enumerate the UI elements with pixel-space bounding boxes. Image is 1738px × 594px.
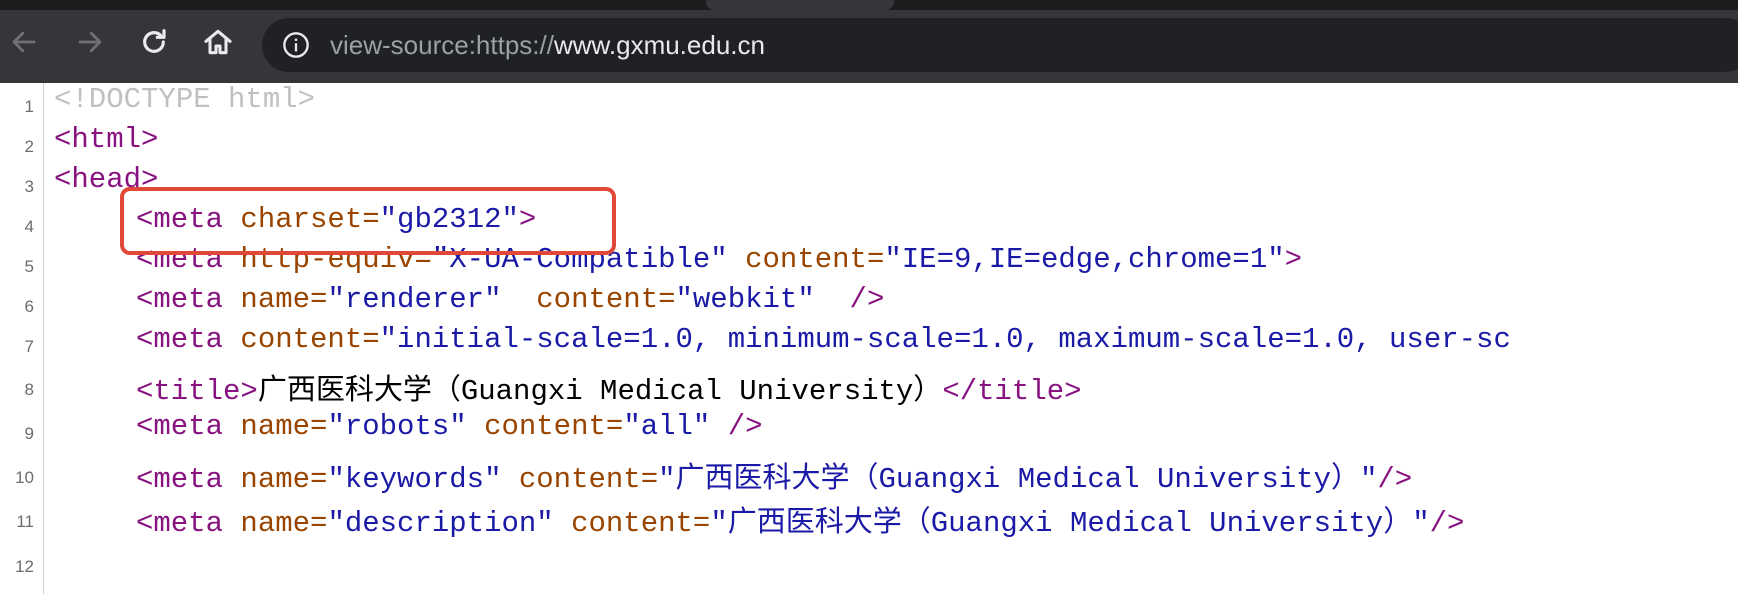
source-line-8: 8 <title>广西医科大学（Guangxi Medical Universi… <box>0 366 1738 408</box>
attr-name: name= <box>240 507 328 540</box>
name-value: "robots" <box>327 410 467 443</box>
tab-strip <box>0 0 1738 10</box>
tag-close: /> <box>1429 507 1465 540</box>
source-line-6: 6 <meta name="renderer" content="webkit"… <box>0 283 1738 323</box>
content-value: "all" <box>623 410 711 443</box>
line-number: 10 <box>15 468 34 487</box>
attr-content: content= <box>240 323 380 356</box>
browser-window: view-source:https://www.gxmu.edu.cn 1 <!… <box>0 0 1738 594</box>
title-text: 广西医科大学（Guangxi Medical University） <box>257 375 943 408</box>
source-line-9: 9 <meta name="robots" content="all" /> <box>0 410 1738 450</box>
url-text[interactable]: view-source:https://www.gxmu.edu.cn <box>330 18 765 72</box>
home-icon <box>204 29 232 55</box>
reload-icon <box>143 29 166 53</box>
line-number: 3 <box>24 177 34 196</box>
address-bar[interactable]: view-source:https://www.gxmu.edu.cn <box>262 18 1738 72</box>
line-number: 6 <box>24 297 34 316</box>
name-value: "keywords" <box>327 463 502 496</box>
arrow-right-icon <box>78 31 102 53</box>
content-value: "initial-scale=1.0, minimum-scale=1.0, m… <box>379 323 1511 356</box>
meta-tag-open: <meta <box>136 410 241 443</box>
content-value: "webkit" <box>675 283 815 316</box>
meta-tag-open: <meta <box>136 283 241 316</box>
home-button[interactable] <box>198 22 238 62</box>
doctype-declaration: <!DOCTYPE html> <box>54 83 316 116</box>
source-line-1: 1 <!DOCTYPE html> <box>0 83 1738 123</box>
attr-name: name= <box>240 463 328 496</box>
active-tab[interactable] <box>706 0 894 10</box>
meta-tag-open: <meta <box>136 507 241 540</box>
attr-content: content= <box>501 283 676 316</box>
attr-name: name= <box>240 410 328 443</box>
line-number: 11 <box>16 512 34 531</box>
info-circle-icon[interactable] <box>282 31 310 59</box>
content-value: "IE=9,IE=edge,chrome=1" <box>884 243 1285 276</box>
line-number: 1 <box>24 97 34 116</box>
line-number: 8 <box>24 380 34 399</box>
source-line-12: 12 <box>0 543 1738 583</box>
attr-content: content= <box>466 410 624 443</box>
source-line-11: 11 <meta name="description" content="广西医… <box>0 498 1738 540</box>
tag-close: > <box>1284 243 1303 276</box>
url-host: www.gxmu.edu.cn <box>553 30 765 60</box>
reload-button[interactable] <box>134 22 174 62</box>
tag-close: /> <box>710 410 763 443</box>
tag-close: /> <box>1377 463 1413 496</box>
meta-tag-open: <meta <box>136 463 241 496</box>
line-number: 9 <box>24 424 34 443</box>
charset-highlight-box <box>120 187 616 255</box>
source-line-7: 7 <meta content="initial-scale=1.0, mini… <box>0 323 1738 363</box>
forward-button[interactable] <box>70 22 110 62</box>
name-value: "description" <box>327 507 554 540</box>
title-open-tag: <title> <box>136 375 258 408</box>
source-line-2: 2 <html> <box>0 123 1738 163</box>
meta-tag-open: <meta <box>136 323 241 356</box>
name-value: "renderer" <box>327 283 502 316</box>
attr-name: name= <box>240 283 328 316</box>
line-number: 7 <box>24 337 34 356</box>
title-close-tag: </title> <box>942 375 1082 408</box>
source-view[interactable]: 1 <!DOCTYPE html> 2 <html> 3 <head> 4 <m… <box>0 83 1738 594</box>
arrow-left-icon <box>12 31 36 53</box>
attr-content: content= <box>727 243 885 276</box>
line-number: 2 <box>24 137 34 156</box>
line-number: 5 <box>24 257 34 276</box>
attr-content: content= <box>553 507 711 540</box>
html-open-tag: <html> <box>54 123 159 156</box>
source-line-10: 10 <meta name="keywords" content="广西医科大学… <box>0 454 1738 496</box>
content-value: "广西医科大学（Guangxi Medical University）" <box>710 507 1430 540</box>
back-button[interactable] <box>4 22 44 62</box>
line-number: 12 <box>15 557 34 576</box>
tag-close: /> <box>814 283 885 316</box>
browser-toolbar: view-source:https://www.gxmu.edu.cn <box>0 10 1738 83</box>
content-value: "广西医科大学（Guangxi Medical University）" <box>658 463 1378 496</box>
attr-content: content= <box>501 463 659 496</box>
url-scheme: view-source:https:// <box>330 30 554 60</box>
line-number: 4 <box>24 217 34 236</box>
